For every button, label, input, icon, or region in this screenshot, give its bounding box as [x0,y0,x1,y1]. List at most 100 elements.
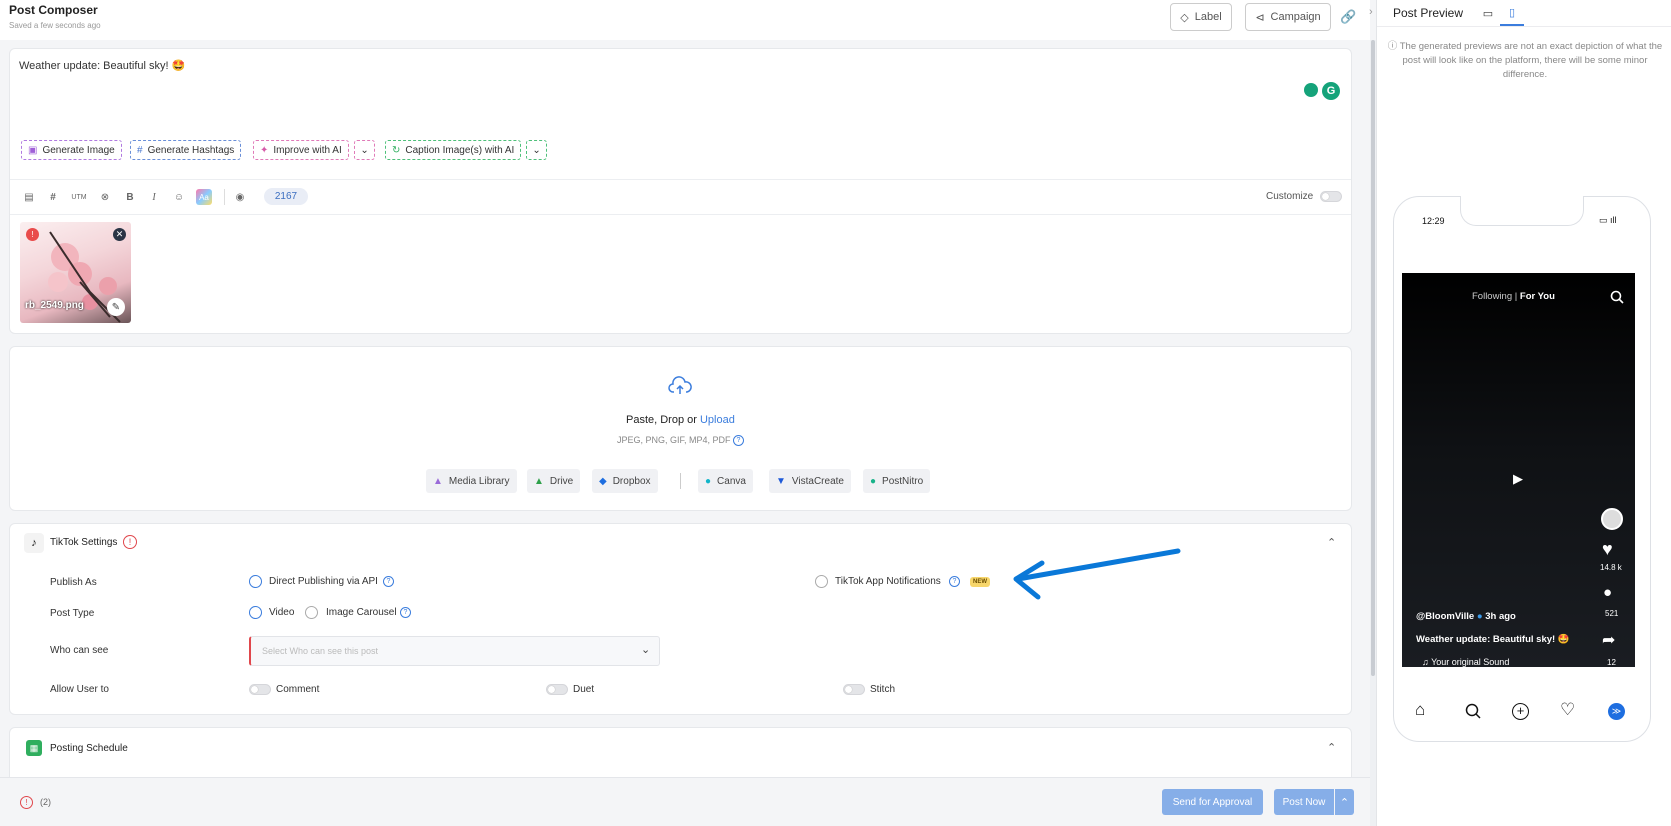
dropbox-button[interactable]: ◆ Dropbox [592,469,658,493]
avatar[interactable] [1601,508,1623,530]
edit-pencil-icon[interactable]: ✎ [107,298,125,316]
verified-icon: ● [1476,611,1483,622]
cloud-upload-icon[interactable] [668,375,692,395]
char-count-badge: 2167 [264,188,308,205]
video-radio[interactable] [249,606,262,619]
divider [224,189,225,205]
link-chain-icon[interactable]: ⊗ [97,189,113,205]
chevron-down-icon: ⌄ [641,644,651,656]
following-tab[interactable]: Following | [1472,291,1520,302]
link-icon[interactable]: 🔗 [1340,9,1356,25]
phone-notch [1460,196,1584,226]
composer-header: Post Composer Saved a few seconds ago ◇ L… [0,0,1370,40]
heart-outline-icon[interactable]: ♡ [1560,700,1575,720]
chevron-up-icon[interactable]: ⌃ [1327,536,1336,549]
heart-icon[interactable]: ♥ [1602,539,1613,560]
send-for-approval-button[interactable]: Send for Approval [1162,789,1263,815]
save-icon[interactable]: ▤ [21,189,37,205]
comment-icon[interactable]: ● [1603,584,1612,601]
home-icon[interactable]: ⌂ [1415,700,1425,720]
sparkle-icon: ✦ [260,144,269,156]
utm-icon[interactable]: UTM [69,189,89,205]
footer-bar: ! (2) Send for Approval Post Now ⌃ [0,777,1370,826]
dropbox-icon: ◆ [599,475,607,487]
improve-with-ai-button[interactable]: ✦ Improve with AI [253,140,349,160]
duet-toggle[interactable] [546,684,568,695]
italic-icon[interactable]: I [146,189,162,205]
desktop-icon[interactable]: ▭ [1476,3,1500,23]
emoji-icon[interactable]: ☺ [171,189,187,205]
mobile-icon[interactable]: ▯ [1500,0,1524,26]
help-icon[interactable]: ? [733,435,744,446]
app-notifications-radio[interactable] [815,575,828,588]
direct-publishing-radio[interactable] [249,575,262,588]
allow-user-label: Allow User to [50,684,109,695]
video-label: Video [269,607,295,618]
media-library-button[interactable]: ▲ Media Library [426,469,517,493]
canva-icon: ● [705,475,712,487]
divider [10,214,1351,215]
publish-as-label: Publish As [50,577,97,588]
calendar-icon: ▦ [26,740,42,756]
improve-dropdown-button[interactable]: ⌄ [354,140,375,160]
bulb-icon[interactable] [1304,83,1318,97]
bold-icon[interactable]: B [122,189,138,205]
profile-icon[interactable]: ≫ [1608,703,1625,720]
postnitro-button[interactable]: ● PostNitro [863,469,931,493]
info-icon: ⓘ [1387,41,1400,52]
stitch-label: Stitch [870,684,896,695]
caption-images-button[interactable]: ↻ Caption Image(s) with AI [385,140,522,160]
help-icon[interactable]: ? [400,607,411,618]
image-carousel-label: Image Carousel [326,607,397,618]
chevron-right-icon[interactable]: › [1369,6,1373,18]
image-carousel-radio[interactable] [305,606,318,619]
music-note-icon: ♫ [1422,657,1432,667]
who-can-see-select[interactable]: Select Who can see this post ⌄ [249,636,660,666]
refresh-icon: ↻ [392,144,401,156]
chevron-up-icon[interactable]: ⌃ [1327,741,1336,754]
who-can-see-label: Who can see [50,645,109,656]
stitch-toggle[interactable] [843,684,865,695]
drive-button[interactable]: ▲ Drive [527,469,581,493]
generate-image-button[interactable]: ▣ Generate Image [21,140,122,160]
ai-assistant-icon[interactable]: ◉ [232,189,248,205]
vistacreate-button[interactable]: ▼ VistaCreate [769,469,851,493]
canva-button[interactable]: ● Canva [698,469,753,493]
sound-info: ♫ Your original Sound [1422,657,1510,667]
comments-count: 521 [1605,609,1619,618]
media-library-icon: ▲ [433,475,443,487]
media-thumbnail[interactable]: ! ✕ rb_2549.png ✎ [20,222,131,323]
for-you-tab[interactable]: For You [1520,291,1555,302]
campaign-button[interactable]: ⊲ Campaign [1245,3,1331,31]
close-icon[interactable]: ✕ [113,228,126,241]
post-text-area[interactable]: Weather update: Beautiful sky! 🤩 [19,59,185,72]
tag-icon: ◇ [1180,11,1189,24]
page-title: Post Composer [9,3,98,17]
customize-toggle[interactable] [1320,191,1342,202]
help-icon[interactable]: ? [949,576,960,587]
search-icon[interactable] [1610,290,1624,304]
color-text-icon[interactable]: Aa [196,189,212,205]
share-icon[interactable]: ➦ [1602,630,1615,650]
help-icon[interactable]: ? [383,576,394,587]
warning-icon: ! [123,535,137,549]
label-button[interactable]: ◇ Label [1170,3,1232,31]
post-now-button[interactable]: Post Now [1274,789,1334,815]
preview-notice: ⓘ The generated previews are not an exac… [1387,41,1663,80]
search-icon[interactable] [1465,703,1481,719]
play-icon[interactable]: ▶ [1513,471,1523,487]
add-icon[interactable]: + [1512,703,1529,720]
generate-hashtags-button[interactable]: # Generate Hashtags [130,140,242,160]
scrollbar-thumb[interactable] [1371,40,1375,676]
error-icon[interactable]: ! [20,796,33,809]
vistacreate-icon: ▼ [776,475,786,487]
post-now-dropdown[interactable]: ⌃ [1335,789,1354,815]
caption-dropdown-button[interactable]: ⌄ [526,140,547,160]
upload-prompt: Paste, Drop or Upload [626,414,735,426]
hashtag-icon[interactable]: # [45,189,61,205]
media-filename: rb_2549.png [25,300,84,311]
tiktok-icon: ♪ [24,533,44,553]
upload-link[interactable]: Upload [700,414,735,426]
grammarly-icon[interactable]: G [1322,82,1340,100]
comment-toggle[interactable] [249,684,271,695]
